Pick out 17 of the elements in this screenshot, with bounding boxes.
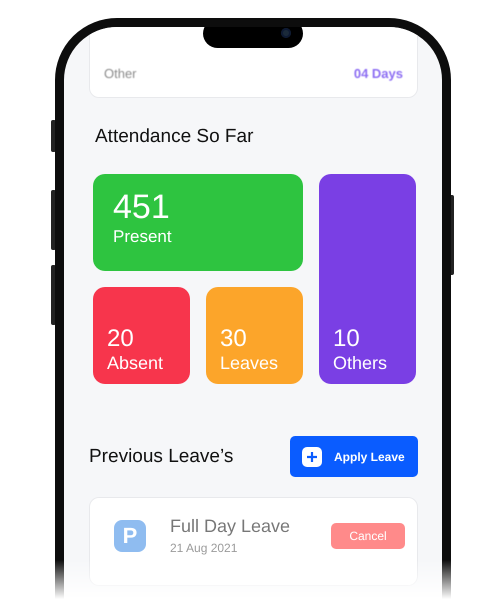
stat-value: 30: [220, 325, 248, 353]
section-title: Previous Leave’s: [89, 446, 234, 468]
stat-value: 20: [107, 325, 135, 353]
plus-icon: [302, 446, 322, 466]
stat-value: 451: [113, 188, 171, 227]
stat-label: Present: [113, 227, 173, 247]
leave-days-value: 04 Days: [354, 66, 403, 81]
stat-label: Leaves: [220, 353, 280, 374]
apply-leave-button[interactable]: Apply Leave: [290, 436, 418, 477]
stat-label: Others: [333, 353, 388, 374]
section-title: Attendance So Far: [95, 126, 254, 148]
leave-date: 21 Aug 2021: [170, 541, 238, 555]
leave-type-label: Other: [104, 66, 137, 81]
stat-label: Absent: [107, 353, 164, 374]
stat-value: 10: [333, 325, 361, 353]
leave-title: Full Day Leave: [170, 516, 292, 537]
leave-type-icon: P: [114, 520, 146, 552]
